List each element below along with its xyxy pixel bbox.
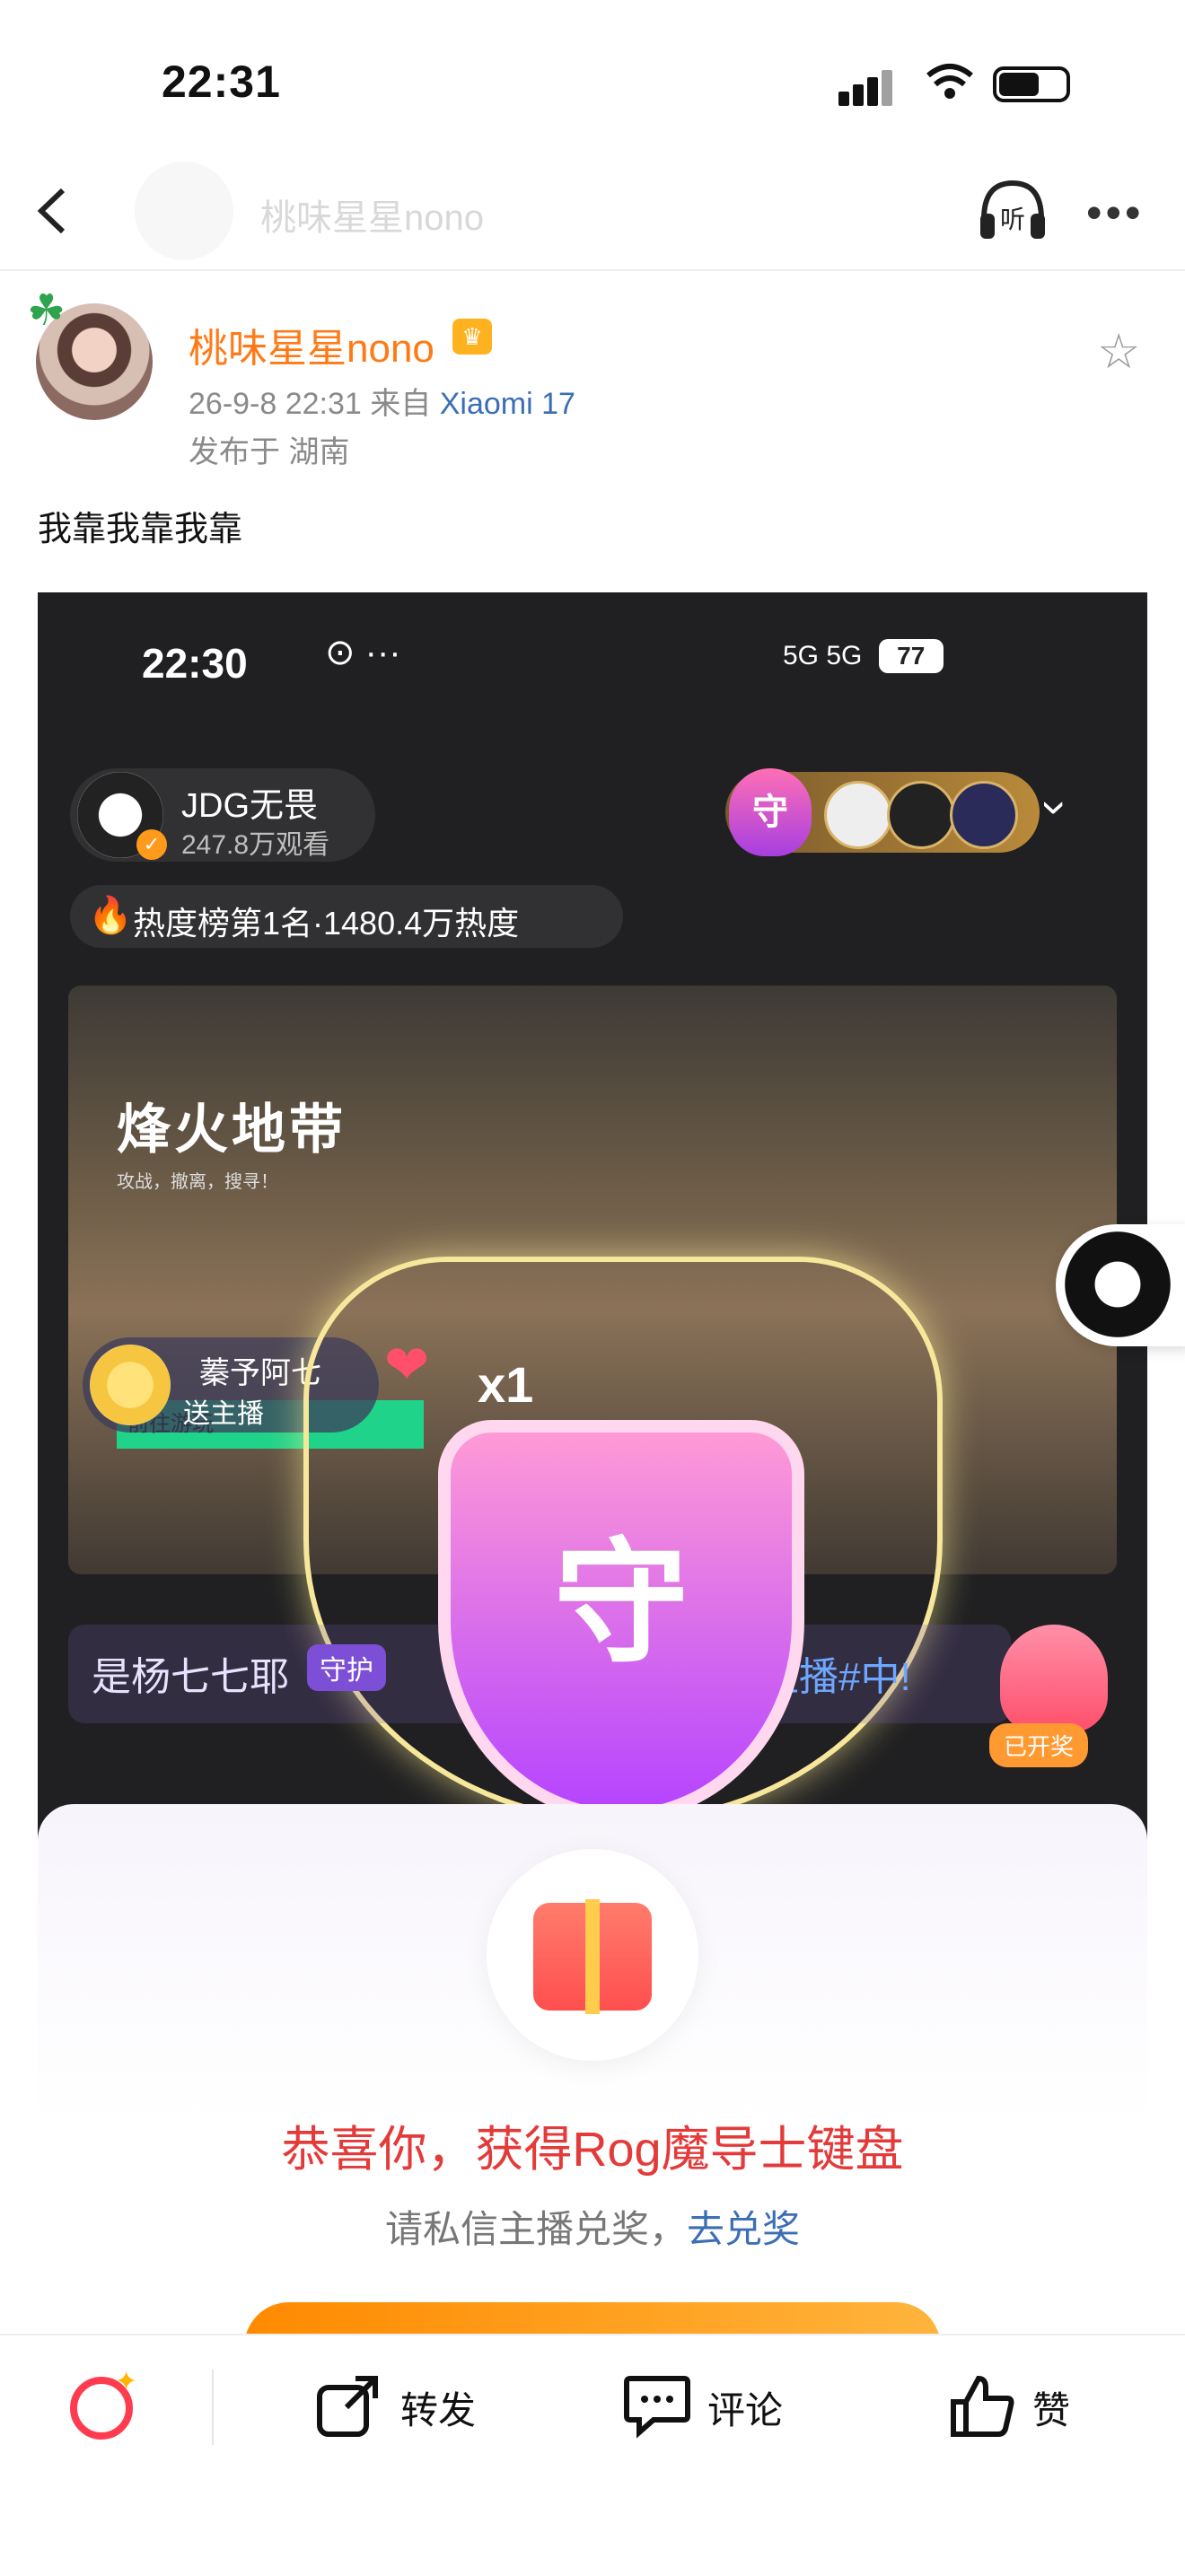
- redeem-link: 去兑奖: [687, 2208, 801, 2250]
- share-icon[interactable]: [314, 2371, 382, 2453]
- signal-icon: [838, 70, 896, 106]
- post-location: 发布于 湖南: [189, 435, 350, 469]
- lucky-bag-icon: [1000, 1625, 1108, 1732]
- chat-guard-tag: 守护: [307, 1644, 386, 1691]
- inner-time: 22:30: [142, 640, 248, 687]
- inner-status: 5G 5G 77: [783, 639, 944, 673]
- repost-button[interactable]: 转发: [400, 2380, 476, 2435]
- viewer-count: 247.8万观看: [181, 830, 330, 860]
- sparkle-icon: ✦: [115, 2367, 138, 2396]
- video-title: 烽火地带: [117, 1100, 347, 1160]
- inner-network: 5G 5G: [783, 641, 863, 670]
- verified-icon: ✓: [136, 829, 167, 860]
- guard-avatar-1: [824, 781, 892, 849]
- star-icon[interactable]: ☆: [1097, 323, 1140, 380]
- prize-title: 恭喜你，获得Rog魔导士键盘: [281, 2123, 904, 2177]
- clover-icon: ☘: [27, 287, 66, 335]
- prize-hint-text: 请私信主播兑奖，: [384, 2208, 687, 2250]
- nav-title: 桃味星星nono: [260, 198, 484, 238]
- crown-icon: ♛: [452, 319, 492, 355]
- guard-avatar-3: [950, 781, 1018, 849]
- status-time: 22:31: [162, 57, 281, 107]
- video-subtitle: 攻战，撤离，搜寻！: [117, 1172, 278, 1192]
- chat-user: 是杨七七耶: [92, 1655, 289, 1699]
- post-text: 我靠我靠我靠: [38, 511, 243, 548]
- post-username[interactable]: 桃味星星nono: [189, 316, 434, 373]
- inner-more-icon: ⊙ ···: [325, 633, 401, 672]
- chevron-down-icon: ›: [1030, 800, 1083, 816]
- via-label: 来自: [370, 387, 432, 421]
- divider: [212, 2370, 214, 2445]
- guard-badge: 守: [729, 768, 812, 856]
- back-button[interactable]: [23, 180, 86, 242]
- gift-ribbon: [585, 1899, 600, 2014]
- nav-avatar[interactable]: [135, 162, 233, 260]
- prize-hint: 请私信主播兑奖，去兑奖: [38, 2199, 1147, 2254]
- comment-icon[interactable]: [621, 2371, 693, 2453]
- post-date: 26-9-8 22:31: [189, 387, 362, 421]
- flame-icon: 🔥: [88, 896, 133, 935]
- gift-sender-name: 蓁予阿七: [199, 1356, 321, 1390]
- gift-sender-avatar: [90, 1345, 171, 1425]
- inner-battery: 77: [878, 639, 944, 673]
- more-icon[interactable]: •••: [1086, 187, 1145, 239]
- chevron-left-icon: [37, 188, 66, 234]
- svg-text:听: 听: [1000, 205, 1025, 234]
- post-source[interactable]: Xiaomi 17: [440, 387, 575, 421]
- battery-icon: [993, 66, 1070, 102]
- side-avatar[interactable]: [1065, 1231, 1171, 1337]
- post-image[interactable]: 22:30 ⊙ ··· 5G 5G 77 ✓ JDG无畏 247.8万观看 守 …: [38, 592, 1147, 2343]
- guard-avatar-2: [887, 781, 955, 849]
- listen-button[interactable]: 听: [975, 178, 1050, 250]
- lucky-bag-label: 已开奖: [989, 1723, 1089, 1767]
- like-button[interactable]: 赞: [1032, 2380, 1070, 2435]
- wifi-icon: [925, 63, 975, 107]
- hot-rank-text: 热度榜第1名·1480.4万热度: [133, 905, 520, 942]
- thumbs-up-icon[interactable]: [946, 2371, 1018, 2453]
- streamer-name: JDG无畏: [181, 787, 319, 825]
- guard-shield: 守: [438, 1420, 804, 1822]
- headphones-icon: 听: [980, 180, 1045, 239]
- post-meta: 26-9-8 22:31 来自 Xiaomi 17: [189, 379, 575, 423]
- gift-action: 送主播: [183, 1399, 264, 1429]
- bottom-bar: [0, 2334, 1185, 2576]
- comment-button[interactable]: 评论: [707, 2380, 783, 2435]
